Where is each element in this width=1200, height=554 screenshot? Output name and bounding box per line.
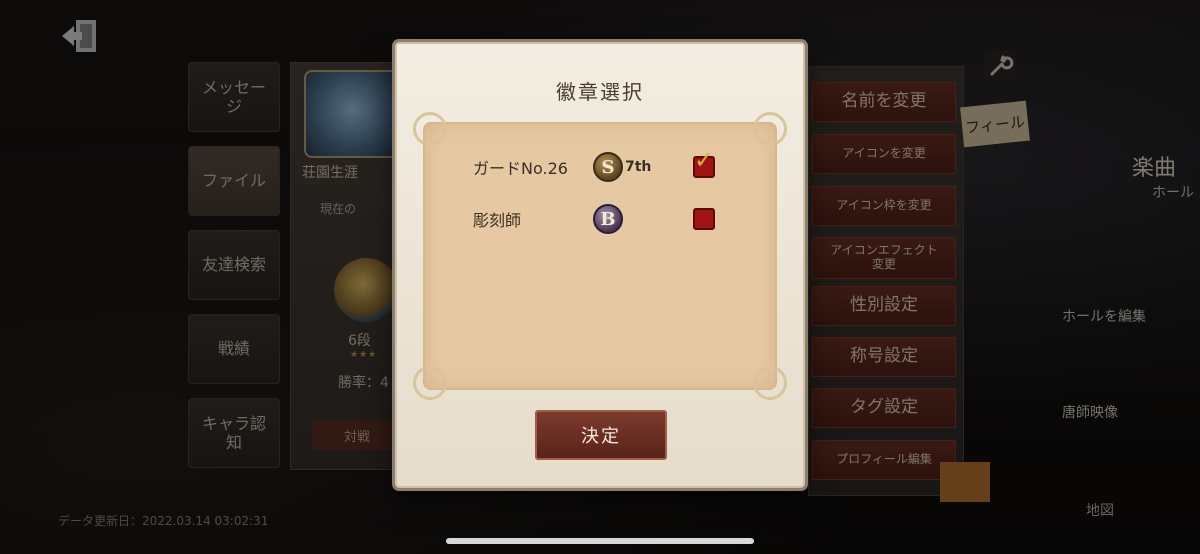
rank-stars: ★★★ — [350, 350, 378, 360]
badge-name: 彫刻師 — [473, 211, 522, 230]
confirm-button[interactable]: 決定 — [535, 410, 667, 460]
profile-tab[interactable]: フィール — [960, 100, 1030, 148]
home-indicator[interactable] — [446, 538, 754, 544]
tag-settings-button[interactable]: タグ設定 — [812, 388, 956, 428]
edit-hall-label[interactable]: ホールを編集 — [1062, 306, 1146, 326]
badge-list: ガードNo.26 S 7th ✓ 彫刻師 B — [413, 112, 787, 400]
hall-sub: ホール — [1152, 185, 1194, 201]
video-label[interactable]: 唐師映像 — [1062, 402, 1118, 422]
change-icon-frame-button[interactable]: アイコン枠を変更 — [812, 186, 956, 226]
s-badge-icon: S — [593, 152, 623, 182]
title-settings-button[interactable]: 称号設定 — [812, 337, 956, 377]
hall-name: 楽曲 — [1132, 156, 1177, 181]
badge-select-dialog: 徽章選択 ガードNo.26 S 7th ✓ 彫刻師 B 決定 — [395, 42, 805, 488]
tab-file[interactable]: ファイル — [188, 146, 280, 216]
battle-button[interactable]: 対戦 — [312, 420, 402, 450]
badge-tier: 7th — [625, 159, 652, 175]
corner-ornament — [413, 112, 447, 146]
exit-door-icon — [62, 20, 96, 52]
orange-corner-button[interactable] — [940, 462, 990, 502]
corner-ornament — [753, 366, 787, 400]
profile-current-label: 現在の — [320, 202, 357, 216]
badge-name: ガードNo.26 — [473, 159, 568, 178]
dialog-title: 徽章選択 — [556, 80, 644, 104]
wrench-icon — [984, 50, 1016, 82]
checkmark-icon: ✓ — [694, 146, 715, 174]
tab-message[interactable]: メッセージ — [188, 62, 280, 132]
badge-row-sculptor[interactable]: 彫刻師 B — [473, 202, 733, 236]
tab-record[interactable]: 戦績 — [188, 314, 280, 384]
action-panel — [808, 66, 964, 496]
rank-emblem-icon — [334, 258, 398, 322]
rename-button[interactable]: 名前を変更 — [812, 82, 956, 122]
win-rate: 勝率：4 — [338, 375, 389, 391]
tab-character-recognition[interactable]: キャラ認知 — [188, 398, 280, 468]
badge-checkbox-checked[interactable]: ✓ — [693, 148, 715, 178]
badge-checkbox-unchecked[interactable] — [693, 208, 715, 230]
corner-ornament — [413, 366, 447, 400]
badge-row-guard[interactable]: ガードNo.26 S 7th ✓ — [473, 148, 733, 184]
left-tab-list: メッセージ ファイル 友達検索 戦績 キャラ認知 — [188, 62, 280, 482]
data-update-timestamp: データ更新日：2022.03.14 03:02:31 — [58, 514, 269, 528]
settings-button[interactable] — [984, 50, 1016, 82]
corner-ornament — [753, 112, 787, 146]
b-badge-icon: B — [593, 204, 623, 234]
avatar[interactable] — [304, 70, 400, 158]
change-icon-effect-button[interactable]: アイコンエフェクト 変更 — [812, 237, 956, 279]
tab-friend-search[interactable]: 友達検索 — [188, 230, 280, 300]
edit-profile-button[interactable]: プロフィール編集 — [812, 440, 956, 480]
change-icon-button[interactable]: アイコンを変更 — [812, 134, 956, 174]
profile-name: 荘園生涯 — [302, 165, 358, 181]
exit-button[interactable] — [58, 14, 104, 58]
rank-label: 6段 — [348, 333, 371, 349]
map-label[interactable]: 地図 — [1086, 500, 1114, 520]
gender-settings-button[interactable]: 性別設定 — [812, 286, 956, 326]
